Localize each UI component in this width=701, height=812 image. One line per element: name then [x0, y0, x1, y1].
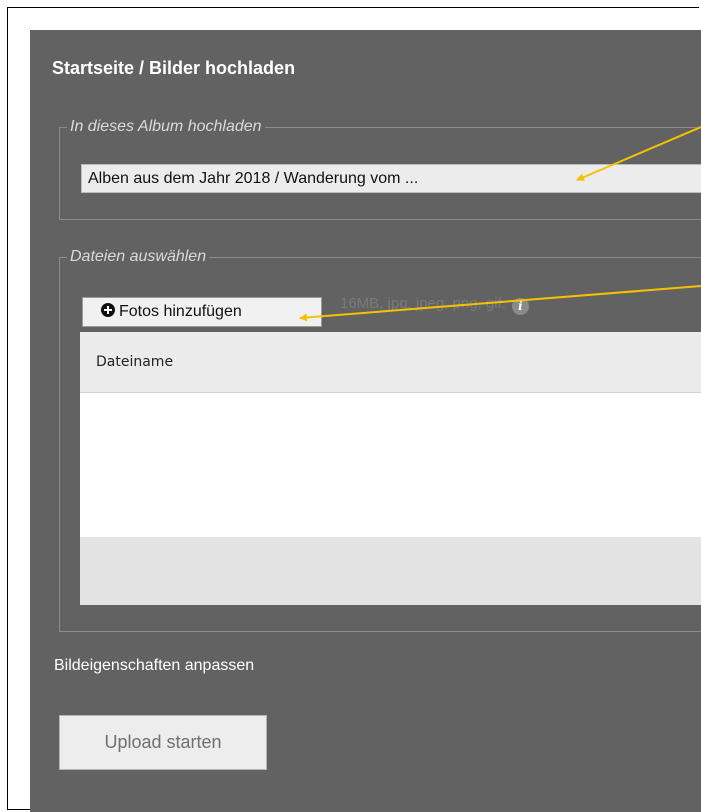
album-select[interactable]: Alben aus dem Jahr 2018 / Wanderung vom … [81, 164, 701, 193]
properties-label: Bildeigenschaften anpassen [54, 657, 255, 674]
file-hint-text: 16MB, jpg, jpeg, png, gif. [340, 295, 506, 312]
file-table-area [80, 465, 701, 537]
plus-circle-icon [101, 303, 115, 317]
add-photos-button[interactable]: Fotos hinzufügen [82, 297, 322, 327]
upload-panel: Startseite / Bilder hochladen In dieses … [30, 30, 701, 812]
page-title: Startseite / Bilder hochladen [52, 58, 296, 78]
file-table-header: Dateiname [80, 332, 701, 393]
info-icon[interactable]: i [511, 298, 529, 315]
column-filename: Dateiname [96, 354, 174, 370]
upload-start-button[interactable]: Upload starten [59, 715, 267, 770]
add-photos-label: Fotos hinzufügen [119, 303, 242, 320]
file-table-body [80, 393, 701, 465]
album-group-legend: In dieses Album hochladen [70, 118, 262, 135]
file-table-footer [80, 537, 701, 605]
file-hint: 16MB, jpg, jpeg, png, gif. i [340, 295, 529, 315]
files-group-legend: Dateien auswählen [70, 248, 207, 265]
